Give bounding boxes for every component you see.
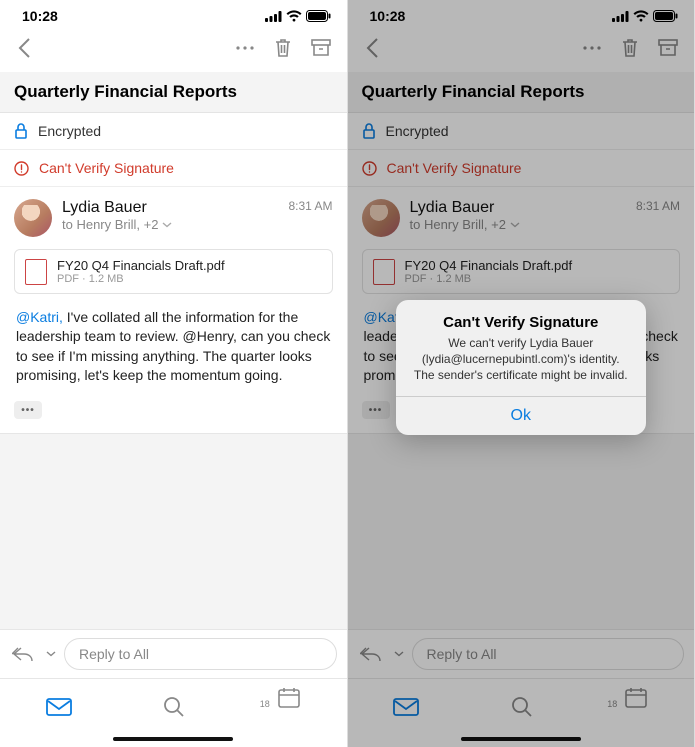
timestamp: 8:31 AM [288, 199, 332, 237]
attachment-meta: PDF · 1.2 MB [57, 273, 225, 285]
status-icons [265, 10, 331, 22]
subject: Quarterly Financial Reports [0, 72, 347, 113]
encrypted-row[interactable]: Encrypted [0, 113, 347, 150]
empty-area [0, 433, 347, 629]
alert-ok-button[interactable]: Ok [396, 397, 646, 435]
tab-calendar[interactable]: 18 [277, 687, 301, 727]
right-phone: 10:28 Quarterly Financial Reports Encryp… [348, 0, 695, 747]
back-button[interactable] [10, 34, 38, 62]
reply-input[interactable]: Reply to All [64, 638, 337, 670]
more-button[interactable] [231, 34, 259, 62]
avatar[interactable] [14, 199, 52, 237]
alert-message: We can't verify Lydia Bauer (lydia@lucer… [412, 335, 630, 384]
chevron-down-icon [162, 222, 172, 228]
home-indicator [113, 737, 233, 741]
signature-warn-row[interactable]: Can't Verify Signature [0, 150, 347, 187]
chevron-down-icon[interactable] [46, 651, 56, 657]
expand-quote-button[interactable]: ••• [14, 401, 42, 419]
tab-search[interactable] [163, 696, 185, 718]
lock-icon [14, 123, 28, 139]
attachment[interactable]: FY20 Q4 Financials Draft.pdf PDF · 1.2 M… [14, 249, 333, 294]
signature-warn-label: Can't Verify Signature [39, 160, 174, 176]
reply-mode-button[interactable] [10, 640, 38, 668]
nav-bar [0, 28, 347, 72]
message-body: @Katri, I've collated all the informatio… [0, 304, 347, 397]
tab-mail[interactable] [46, 698, 72, 716]
message-header: Lydia Bauer to Henry Brill, +2 8:31 AM [0, 187, 347, 245]
encrypted-label: Encrypted [38, 123, 101, 139]
signal-icon [265, 11, 282, 22]
archive-button[interactable] [307, 34, 335, 62]
pdf-icon [25, 259, 47, 285]
trash-button[interactable] [269, 34, 297, 62]
left-phone: 10:28 Quarterly Financial Reports [0, 0, 348, 747]
status-bar: 10:28 [0, 0, 347, 28]
calendar-day: 18 [260, 699, 270, 709]
recipients[interactable]: to Henry Brill, +2 [62, 217, 278, 232]
wifi-icon [286, 10, 302, 22]
alert-dialog: Can't Verify Signature We can't verify L… [396, 300, 646, 435]
alert-title: Can't Verify Signature [412, 314, 630, 331]
sender-name: Lydia Bauer [62, 199, 278, 217]
battery-icon [306, 10, 331, 22]
attachment-name: FY20 Q4 Financials Draft.pdf [57, 258, 225, 273]
mention[interactable]: @Katri, [16, 309, 63, 325]
reply-bar: Reply to All [0, 629, 347, 678]
tab-bar: 18 [0, 678, 347, 733]
alert-icon [14, 161, 29, 176]
status-time: 10:28 [22, 8, 58, 24]
